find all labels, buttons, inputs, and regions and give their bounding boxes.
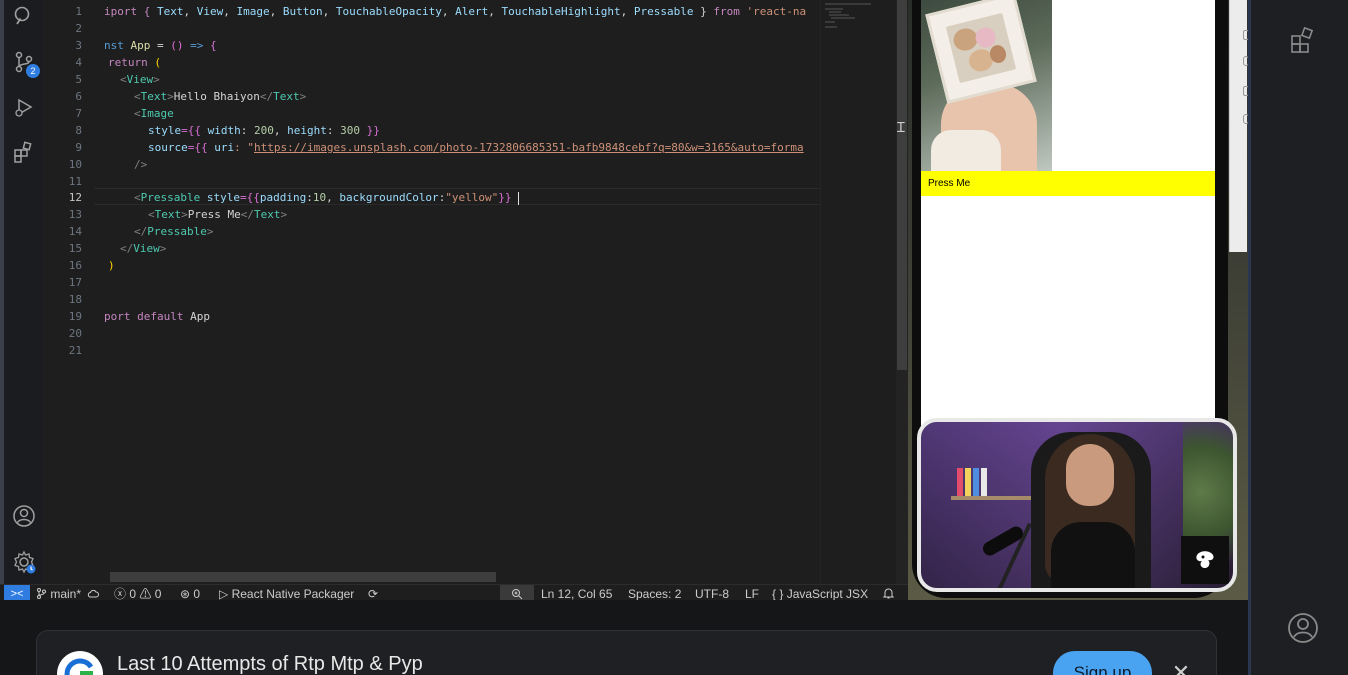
side-panel-strip: [1229, 0, 1249, 252]
line-number: 15: [68, 242, 82, 255]
settings-gear-icon[interactable]: [10, 548, 38, 576]
language-label: JavaScript JSX: [786, 587, 869, 601]
code-line-10: />: [134, 158, 148, 171]
minimap[interactable]: [820, 0, 876, 584]
line-number: 13: [68, 208, 82, 221]
line-number: 6: [75, 90, 82, 103]
error-icon: ⓧ: [114, 587, 127, 601]
line-number: 2: [75, 22, 82, 35]
brand-logo-icon: [57, 651, 103, 675]
code-editor[interactable]: 1 2 3 4 5 6 7 8 9 10 11 12 13 14 15 16 1…: [42, 0, 908, 584]
sign-up-button[interactable]: Sign up: [1053, 651, 1152, 675]
account-icon[interactable]: [10, 502, 38, 530]
line-number: 17: [68, 276, 82, 289]
face-shape: [1066, 444, 1114, 506]
code-line-6: <Text>Hello Bhaiyon</Text>: [134, 90, 307, 103]
horizontal-scrollbar[interactable]: [110, 572, 496, 582]
line-number: 14: [68, 225, 82, 238]
branch-name: main*: [50, 587, 82, 601]
press-me-pressable[interactable]: Press Me: [921, 171, 1215, 196]
line-number: 19: [68, 310, 82, 323]
play-icon: ▷: [219, 587, 229, 601]
text-cursor: [518, 191, 520, 205]
ports-count: 0: [193, 587, 201, 601]
run-debug-icon[interactable]: [10, 93, 38, 121]
source-control-icon[interactable]: 2: [10, 48, 40, 78]
mouse-ibeam-cursor: Ɪ: [897, 120, 905, 136]
warning-icon: ⚠: [139, 587, 152, 601]
code-line-5: <View>: [120, 73, 160, 86]
banner-title: Last 10 Attempts of Rtp Mtp & Pyp: [117, 653, 423, 675]
code-line-1: iport { Text, View, Image, Button, Touch…: [104, 5, 807, 18]
line-number-active: 12: [68, 191, 82, 204]
code-line-9: source={{ uri: "https://images.unsplash.…: [148, 141, 804, 154]
task-label: React Native Packager: [231, 587, 355, 601]
line-number: 20: [68, 327, 82, 340]
line-number: 1: [75, 5, 82, 18]
vertical-scroll-thumb[interactable]: [897, 0, 907, 370]
code-line-15: </View>: [120, 242, 167, 255]
cloud-sync-icon: [88, 589, 100, 598]
profile-icon[interactable]: [1287, 612, 1319, 644]
shelf-shape: [951, 496, 1041, 500]
code-line-12: <Pressable style={{padding:10, backgroun…: [134, 191, 520, 205]
press-me-label: Press Me: [928, 178, 971, 189]
code-line-19: port default App: [104, 310, 210, 323]
source-control-badge: 2: [26, 64, 40, 78]
line-number: 5: [75, 73, 82, 86]
line-number: 11: [68, 175, 82, 188]
warning-count: 0: [154, 587, 162, 601]
photo-frame-shape: [925, 0, 1037, 104]
error-count: 0: [129, 587, 137, 601]
code-area[interactable]: iport { Text, View, Image, Button, Touch…: [104, 0, 818, 584]
code-line-16: ): [108, 259, 115, 272]
screen-root: 2 1 2 3 4 5 6 7 8 9 10 11 12 13 14 15 16…: [0, 0, 1348, 675]
git-branch-icon: [37, 588, 46, 599]
line-number-gutter: 1 2 3 4 5 6 7 8 9 10 11 12 13 14 15 16 1…: [42, 0, 94, 584]
activity-bar: 2: [0, 0, 42, 584]
radio-tower-icon: ⊛: [180, 587, 191, 601]
channel-logo-icon: [1181, 536, 1229, 584]
line-number: 18: [68, 293, 82, 306]
braces-icon: { }: [772, 587, 784, 601]
line-number: 16: [68, 259, 82, 272]
vertical-scrollbar[interactable]: [896, 0, 908, 584]
line-number: 3: [75, 39, 82, 52]
sleeve-shape: [931, 130, 1001, 171]
body-shape: [1051, 522, 1135, 588]
code-line-13: <Text>Press Me</Text>: [148, 208, 288, 221]
code-line-7: <Image: [134, 107, 174, 120]
image-url-link[interactable]: https://images.unsplash.com/photo-173280…: [254, 141, 804, 154]
line-number: 21: [68, 344, 82, 357]
line-number: 4: [75, 56, 82, 69]
promo-banner[interactable]: Last 10 Attempts of Rtp Mtp & Pyp Sign u…: [36, 630, 1217, 675]
right-side-panel: [1248, 0, 1348, 675]
code-line-8: style={{ width: 200, height: 300 }}: [148, 124, 380, 137]
line-number: 9: [75, 141, 82, 154]
code-line-3: nst App = () => {: [104, 39, 217, 52]
unsplash-image: [921, 0, 1052, 171]
code-line-4: return (: [108, 56, 161, 69]
widgets-icon[interactable]: [1287, 24, 1319, 56]
line-number: 7: [75, 107, 82, 120]
extensions-icon[interactable]: [10, 138, 38, 166]
search-icon[interactable]: [10, 2, 38, 30]
line-number: 8: [75, 124, 82, 137]
webcam-overlay: [917, 418, 1237, 592]
line-number: 10: [68, 158, 82, 171]
code-line-14: </Pressable>: [134, 225, 214, 238]
close-icon[interactable]: ✕: [1169, 661, 1193, 675]
